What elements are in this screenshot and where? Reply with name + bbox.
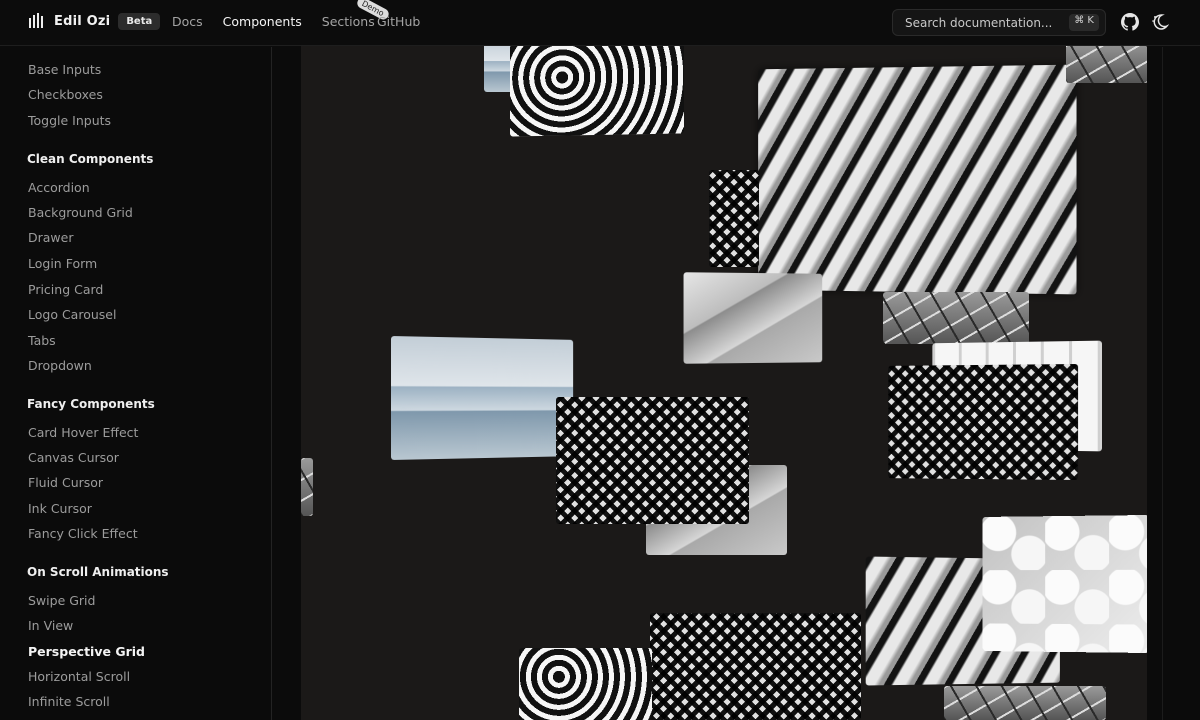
theme-toggle-icon[interactable] (1151, 13, 1169, 31)
nav-components[interactable]: Components (223, 14, 302, 29)
search-box[interactable]: ⌘ K (892, 9, 1106, 36)
sidebar-item-ink-cursor[interactable]: Ink Cursor (28, 501, 92, 516)
sidebar-item-card-hover-effect[interactable]: Card Hover Effect (28, 425, 138, 440)
image-tile (684, 272, 823, 363)
sidebar-item-toggle-inputs[interactable]: Toggle Inputs (28, 113, 111, 128)
github-icon[interactable] (1121, 13, 1139, 31)
image-tile (1066, 40, 1147, 83)
search-shortcut: ⌘ K (1069, 14, 1099, 31)
image-tile (556, 397, 749, 524)
brand-name: Edil Ozi (54, 14, 110, 29)
sidebar-section-clean-components: Clean Components (27, 152, 153, 166)
logo-icon (28, 12, 46, 30)
sidebar-section-fancy-components: Fancy Components (27, 397, 155, 411)
sidebar-item-login-form[interactable]: Login Form (28, 256, 97, 271)
sidebar-item-logo-carousel[interactable]: Logo Carousel (28, 307, 116, 322)
perspective-grid-demo[interactable] (301, 0, 1147, 720)
sidebar-item-base-inputs[interactable]: Base Inputs (28, 62, 101, 77)
sidebar: Base Inputs Checkboxes Toggle Inputs Cle… (0, 47, 272, 720)
sidebar-item-fluid-cursor[interactable]: Fluid Cursor (28, 475, 103, 490)
sidebar-item-fancy-click-effect[interactable]: Fancy Click Effect (28, 526, 138, 541)
main-nav: Docs Components Sections Demo GitHub (172, 14, 395, 29)
nav-sections[interactable]: Sections (322, 14, 375, 29)
sidebar-item-pricing-card[interactable]: Pricing Card (28, 282, 103, 297)
image-tile (510, 36, 684, 136)
sidebar-item-horizontal-scroll[interactable]: Horizontal Scroll (28, 669, 130, 684)
image-tile (709, 170, 759, 267)
beta-badge: Beta (118, 13, 160, 30)
image-tile (758, 65, 1076, 295)
sidebar-item-in-view[interactable]: In View (28, 618, 73, 633)
sidebar-item-tabs[interactable]: Tabs (28, 333, 56, 348)
image-tile (519, 648, 652, 720)
image-tile (983, 515, 1147, 653)
sidebar-item-accordion[interactable]: Accordion (28, 180, 90, 195)
sidebar-item-dropdown[interactable]: Dropdown (28, 358, 92, 373)
nav-sections-wrap: Sections Demo (322, 14, 375, 29)
image-tile (944, 686, 1106, 720)
nav-github[interactable]: GitHub (377, 14, 420, 29)
sidebar-item-canvas-cursor[interactable]: Canvas Cursor (28, 450, 119, 465)
image-tile (883, 292, 1029, 344)
search-input[interactable] (905, 10, 1065, 35)
image-tile (301, 458, 313, 516)
image-tile (391, 336, 573, 460)
sidebar-item-swipe-grid[interactable]: Swipe Grid (28, 593, 95, 608)
right-gutter (1147, 0, 1200, 720)
top-navigation-bar: Edil Ozi Beta Docs Components Sections D… (0, 0, 1200, 46)
sidebar-item-drawer[interactable]: Drawer (28, 230, 73, 245)
sidebar-item-infinite-scroll[interactable]: Infinite Scroll (28, 694, 110, 709)
image-tile (650, 613, 861, 720)
sidebar-item-perspective-grid[interactable]: Perspective Grid (28, 644, 145, 659)
image-tile (888, 364, 1078, 480)
sidebar-item-background-grid[interactable]: Background Grid (28, 205, 133, 220)
sidebar-section-on-scroll-animations: On Scroll Animations (27, 565, 169, 579)
nav-docs[interactable]: Docs (172, 14, 203, 29)
sidebar-item-checkboxes[interactable]: Checkboxes (28, 87, 103, 102)
brand[interactable]: Edil Ozi Beta (28, 12, 160, 30)
